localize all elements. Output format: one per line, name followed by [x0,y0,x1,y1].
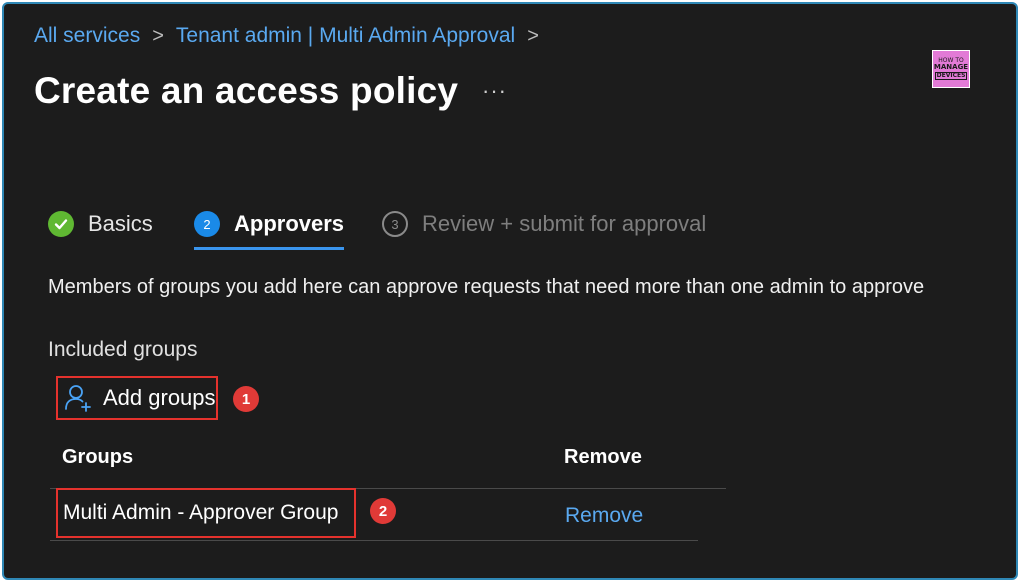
tab-review-label: Review + submit for approval [422,211,707,236]
active-tab-indicator [194,247,345,250]
table-row-divider [50,540,698,541]
breadcrumb-chevron-icon: > [152,24,164,47]
add-groups-label: Add groups [103,385,216,410]
step-3-icon: 3 [382,211,408,237]
callout-badge-1: 1 [233,386,259,412]
how-to-manage-devices-logo: HOW TO MANAGE DEVICES [932,50,970,88]
breadcrumb: All services > Tenant admin | Multi Admi… [34,24,551,48]
logo-line-2: MANAGE [933,63,969,71]
tab-basics-label: Basics [88,211,153,236]
step-2-icon: 2 [194,211,220,237]
callout-badge-2: 2 [370,498,396,524]
breadcrumb-all-services[interactable]: All services [34,24,140,48]
column-header-groups: Groups [62,446,134,468]
table-row-group-name: Multi Admin - Approver Group [56,488,356,538]
tab-basics[interactable]: Basics [48,204,153,244]
add-groups-button[interactable]: Add groups [56,376,218,420]
tab-approvers-label: Approvers [234,211,345,236]
breadcrumb-tenant-admin[interactable]: Tenant admin | Multi Admin Approval [176,24,515,48]
remove-group-link[interactable]: Remove [565,504,643,528]
tab-review-submit[interactable]: 3 Review + submit for approval [382,204,706,244]
add-user-icon [65,385,91,412]
screenshot-frame: All services > Tenant admin | Multi Admi… [2,2,1018,580]
included-groups-heading: Included groups [48,338,198,361]
tab-approvers[interactable]: 2 Approvers [194,204,345,250]
approvers-description: Members of groups you add here can appro… [48,276,925,298]
more-options-icon[interactable]: ··· [482,78,507,104]
checkmark-icon [48,211,74,237]
breadcrumb-chevron-icon: > [527,24,539,47]
page-title: Create an access policy [34,70,459,111]
logo-line-3: DEVICES [934,72,968,80]
column-header-remove: Remove [564,446,642,468]
wizard-tabs: Basics 2 Approvers 3 Review + submit for… [48,204,808,252]
